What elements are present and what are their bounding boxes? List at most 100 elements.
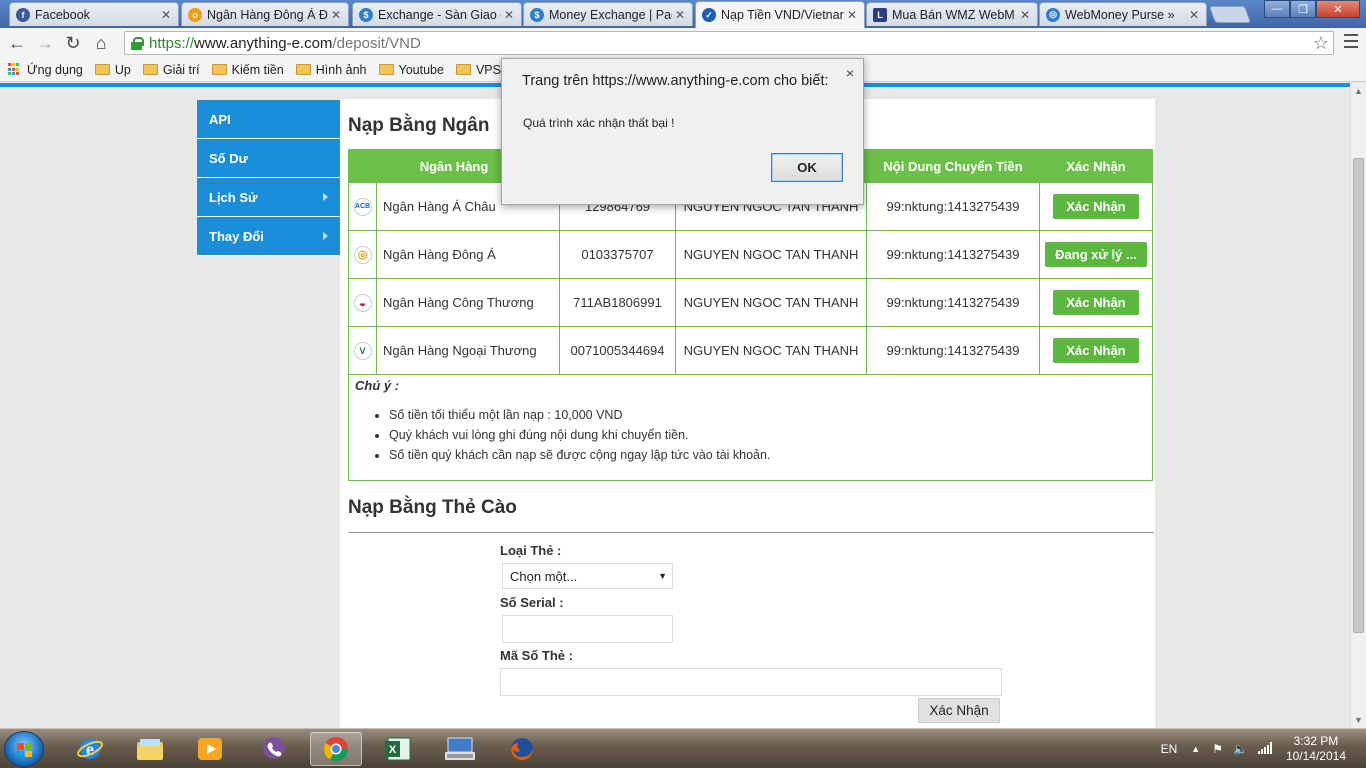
bookmark-label: Hình ảnh [315, 62, 367, 77]
caret-right-icon [323, 232, 328, 240]
bookmark-folder-hinh-anh[interactable]: Hình ảnh [295, 62, 367, 77]
forward-icon[interactable]: → [34, 32, 56, 54]
tab-dongabank[interactable]: o Ngân Hàng Đông Á Đi ✕ [181, 2, 349, 26]
dialog-title: Trang trên https://www.anything-e.com ch… [522, 73, 829, 89]
bank-logo-cell: ◒ [348, 278, 377, 327]
language-indicator[interactable]: EN [1161, 742, 1178, 756]
sidebar-item-thay-doi[interactable]: Thay Đổi [197, 217, 340, 256]
pin-input[interactable] [500, 668, 1002, 696]
card-submit-button[interactable]: Xác Nhận [918, 698, 1000, 723]
scroll-down-icon[interactable]: ▼ [1351, 712, 1366, 728]
tab-money-exchange[interactable]: $ Money Exchange | Pag ✕ [523, 2, 693, 26]
list-item: Quý khách vui lòng ghi đúng nội dung khi… [389, 425, 1146, 445]
tab-close-icon[interactable]: ✕ [158, 8, 174, 22]
bank-logo-cell: V [348, 326, 377, 375]
folder-icon [378, 64, 394, 75]
bookmark-label: VPS [475, 62, 501, 77]
bookmark-folder-up[interactable]: Up [94, 63, 131, 77]
confirm-button[interactable]: Xác Nhận [1053, 194, 1139, 219]
action-center-icon[interactable]: ⚑ [1212, 742, 1223, 756]
system-clock[interactable]: 3:32 PM 10/14/2014 [1286, 734, 1346, 764]
card-type-select[interactable]: Chọn một... ▼ [502, 563, 673, 589]
scroll-up-icon[interactable]: ▲ [1351, 83, 1366, 99]
sidebar-item-so-du[interactable]: Số Dư [197, 139, 340, 178]
start-button[interactable] [4, 731, 44, 767]
folder-icon [142, 64, 158, 75]
tab-nap-tien-active[interactable]: ✓ Nạp Tiền VND/Vietnar ✕ [695, 1, 865, 28]
confirm-cell: Xác Nhận [1039, 278, 1153, 327]
bookmark-folder-kiem-tien[interactable]: Kiếm tiền [211, 63, 284, 77]
firefox-icon[interactable] [496, 732, 548, 766]
chrome-menu-icon[interactable] [1344, 34, 1358, 48]
scroll-thumb[interactable] [1353, 158, 1364, 633]
viber-icon[interactable] [248, 732, 300, 766]
bookmark-folder-giai-tri[interactable]: Giải trí [142, 63, 200, 77]
tab-close-icon[interactable]: ✕ [1017, 8, 1033, 22]
table-row: V Ngân Hàng Ngoại Thương 0071005344694 N… [348, 326, 1153, 375]
confirm-button[interactable]: Xác Nhận [1053, 338, 1139, 363]
bookmark-label: Ứng dụng [27, 62, 83, 77]
tab-facebook[interactable]: f Facebook ✕ [9, 2, 179, 26]
internet-explorer-icon[interactable]: e [64, 732, 116, 766]
transfer-content: 99:nktung:1413275439 [866, 326, 1040, 375]
tab-close-icon[interactable]: ✕ [501, 8, 517, 22]
dialog-ok-button[interactable]: OK [771, 153, 843, 182]
bookmark-apps[interactable]: Ứng dụng [8, 63, 83, 77]
sidebar-item-api[interactable]: API [197, 100, 340, 139]
dialog-close-icon[interactable]: × [846, 65, 854, 81]
folder-icon [211, 64, 227, 75]
address-bar[interactable]: https://www.anything-e.com/deposit/VND ☆ [124, 31, 1334, 55]
media-player-icon[interactable] [184, 732, 236, 766]
apps-grid-icon [8, 63, 21, 76]
tab-label: WebMoney Purse » [1065, 7, 1175, 22]
reload-icon[interactable]: ↻ [62, 32, 84, 54]
sidebar-item-label: Số Dư [209, 150, 249, 166]
facebook-icon: f [16, 7, 30, 22]
back-icon[interactable]: ← [6, 32, 28, 54]
webmoney-icon: ◎ [1046, 7, 1060, 22]
tab-close-icon[interactable]: ✕ [844, 8, 860, 22]
processing-button[interactable]: Đang xử lý ... [1045, 242, 1147, 267]
donga-icon: ◎ [353, 245, 372, 264]
serial-input[interactable] [502, 615, 673, 643]
chrome-taskbar-icon[interactable] [310, 732, 362, 766]
tab-label: Facebook [35, 7, 90, 22]
tab-webmoney[interactable]: ◎ WebMoney Purse » ✕ [1039, 2, 1207, 26]
tab-label: Exchange - Sàn Giao d [378, 7, 501, 22]
on-screen-keyboard-icon[interactable] [434, 732, 486, 766]
tab-close-icon[interactable]: ✕ [672, 8, 688, 22]
page-scrollbar[interactable]: ▲ ▼ [1350, 83, 1366, 728]
bookmark-folder-vps[interactable]: VPS [455, 62, 501, 77]
vietcombank-icon: V [353, 341, 372, 360]
new-tab-button[interactable] [1208, 6, 1252, 23]
tab-exchange[interactable]: $ Exchange - Sàn Giao d ✕ [352, 2, 522, 26]
dongabank-icon: o [188, 7, 202, 22]
excel-icon[interactable]: X [372, 732, 424, 766]
browser-tabstrip: f Facebook ✕ o Ngân Hàng Đông Á Đi ✕ $ E… [0, 0, 1366, 28]
confirm-cell: Xác Nhận [1039, 326, 1153, 375]
account-sidebar: API Số Dư Lịch Sử Thay Đổi [197, 100, 340, 256]
tab-close-icon[interactable]: ✕ [328, 8, 344, 22]
restore-icon[interactable]: ❐ [1290, 0, 1316, 18]
volume-icon[interactable]: 🔈 [1233, 742, 1248, 756]
alert-dialog: Trang trên https://www.anything-e.com ch… [501, 58, 864, 205]
sidebar-item-lich-su[interactable]: Lịch Sử [197, 178, 340, 217]
show-hidden-icons-icon[interactable]: ▲ [1191, 744, 1200, 754]
confirm-button[interactable]: Xác Nhận [1053, 290, 1139, 315]
bookmark-folder-youtube[interactable]: Youtube [378, 63, 444, 77]
system-tray: EN ▲ ⚑ 🔈 3:32 PM 10/14/2014 [1161, 729, 1366, 768]
network-signal-icon[interactable] [1257, 741, 1272, 757]
tab-mua-ban-wmz[interactable]: L Mua Bán WMZ WebM ✕ [866, 2, 1038, 26]
bookmark-star-icon[interactable]: ☆ [1313, 33, 1329, 54]
close-window-icon[interactable]: ✕ [1316, 0, 1360, 18]
minimize-icon[interactable]: — [1264, 0, 1290, 18]
tab-close-icon[interactable]: ✕ [1186, 8, 1202, 22]
file-explorer-icon[interactable] [124, 732, 176, 766]
windows-logo-icon [17, 743, 33, 757]
exchange-icon: $ [530, 7, 544, 22]
account-owner: NGUYEN NGOC TAN THANH [675, 230, 867, 279]
home-icon[interactable]: ⌂ [90, 32, 112, 54]
tab-label: Mua Bán WMZ WebM [892, 7, 1015, 22]
transfer-content: 99:nktung:1413275439 [866, 278, 1040, 327]
bank-name: Ngân Hàng Đông Á [376, 230, 560, 279]
